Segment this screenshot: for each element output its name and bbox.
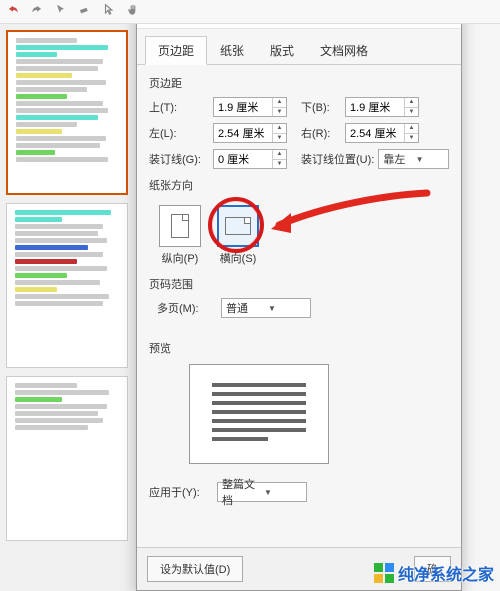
thumbnail-panel <box>0 24 136 591</box>
spinner-icon[interactable]: ▲▼ <box>404 124 418 142</box>
margin-right-label: 右(R): <box>301 125 341 141</box>
margin-bottom-input[interactable]: ▲▼ <box>345 97 419 117</box>
pointer-icon[interactable] <box>54 3 68 20</box>
tab-layout[interactable]: 版式 <box>257 36 307 65</box>
app-toolbar <box>0 0 500 24</box>
tab-paper[interactable]: 纸张 <box>207 36 257 65</box>
preview-section-label: 预览 <box>149 340 449 356</box>
multipage-label: 多页(M): <box>157 300 217 316</box>
spinner-icon[interactable]: ▲▼ <box>272 150 286 168</box>
margin-top-input[interactable]: ▲▼ <box>213 97 287 117</box>
thumbnail-page[interactable] <box>6 203 128 368</box>
gutter-label: 装订线(G): <box>149 151 209 167</box>
gutter-pos-label: 装订线位置(U): <box>301 151 374 167</box>
redo-icon[interactable] <box>30 3 44 20</box>
set-default-button[interactable]: 设为默认值(D) <box>147 556 243 582</box>
spinner-icon[interactable]: ▲▼ <box>272 98 286 116</box>
chevron-down-icon: ▼ <box>264 488 302 497</box>
pages-section-label: 页码范围 <box>149 276 449 292</box>
watermark-text: 纯净系统之家 <box>398 561 494 585</box>
dialog-tabs: 页边距 纸张 版式 文档网格 <box>137 29 461 65</box>
margin-left-label: 左(L): <box>149 125 209 141</box>
portrait-page-icon <box>159 205 201 247</box>
gutter-pos-select[interactable]: 靠左 ▼ <box>378 149 449 169</box>
margin-bottom-label: 下(B): <box>301 99 341 115</box>
margin-right-input[interactable]: ▲▼ <box>345 123 419 143</box>
margin-left-input[interactable]: ▲▼ <box>213 123 287 143</box>
chevron-down-icon: ▼ <box>268 304 306 313</box>
annotation-arrow-icon <box>267 185 437 257</box>
dialog-content: 页边距 上(T): ▲▼ 下(B): ▲▼ <box>137 65 461 547</box>
tab-margins[interactable]: 页边距 <box>145 36 207 65</box>
orientation-landscape[interactable]: 横向(S) <box>217 205 259 266</box>
undo-icon[interactable] <box>6 3 20 20</box>
orientation-landscape-label: 横向(S) <box>217 250 259 266</box>
thumbnail-page[interactable] <box>6 30 128 195</box>
thumbnail-page[interactable] <box>6 376 128 541</box>
watermark-logo-icon <box>374 563 394 583</box>
margin-top-label: 上(T): <box>149 99 209 115</box>
eraser-icon[interactable] <box>78 3 92 20</box>
landscape-page-icon <box>217 205 259 247</box>
orientation-portrait-label: 纵向(P) <box>159 250 201 266</box>
orientation-portrait[interactable]: 纵向(P) <box>159 205 201 266</box>
page-setup-dialog: 页面设置 ? × 页边距 纸张 版式 文档网格 页边距 上(T): ▲▼ <box>136 0 462 591</box>
cursor-icon[interactable] <box>102 3 116 20</box>
apply-to-label: 应用于(Y): <box>149 484 213 500</box>
apply-to-select[interactable]: 整篇文档 ▼ <box>217 482 307 502</box>
orientation-section-label: 纸张方向 <box>149 177 449 193</box>
chevron-down-icon: ▼ <box>416 155 444 164</box>
spinner-icon[interactable]: ▲▼ <box>272 124 286 142</box>
preview-thumbnail <box>189 364 329 464</box>
hand-icon[interactable] <box>126 3 140 20</box>
spinner-icon[interactable]: ▲▼ <box>404 98 418 116</box>
margins-section-label: 页边距 <box>149 75 449 91</box>
orientation-group: 纵向(P) 横向(S) <box>149 199 449 270</box>
gutter-input[interactable]: ▲▼ <box>213 149 287 169</box>
watermark: 纯净系统之家 <box>374 561 494 585</box>
multipage-select[interactable]: 普通 ▼ <box>221 298 311 318</box>
tab-grid[interactable]: 文档网格 <box>307 36 381 65</box>
